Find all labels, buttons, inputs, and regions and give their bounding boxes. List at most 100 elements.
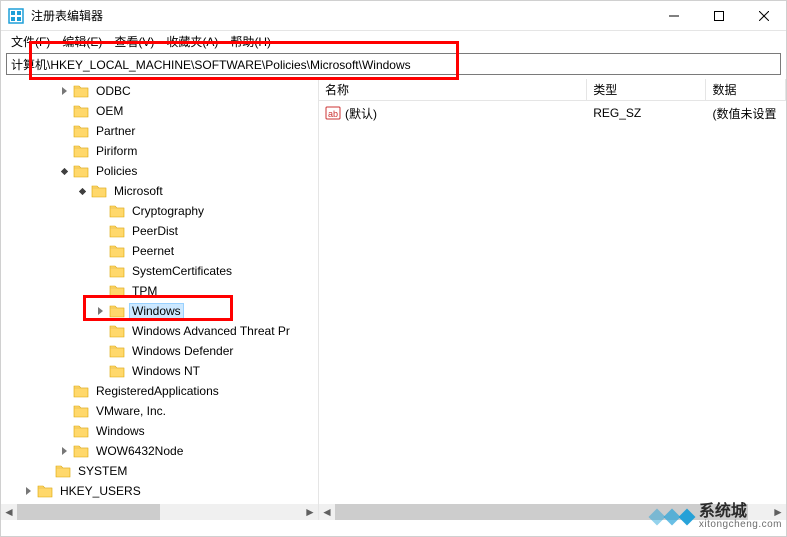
tree-item[interactable]: RegisteredApplications: [3, 381, 318, 401]
expander-none: [93, 324, 107, 338]
value-name: (默认): [345, 105, 377, 122]
tree-item-label: Windows NT: [129, 363, 203, 379]
expander-open-icon[interactable]: [75, 184, 89, 198]
folder-icon: [109, 324, 125, 338]
value-row[interactable]: ab(默认)REG_SZ(数值未设置: [319, 103, 786, 123]
folder-icon: [73, 144, 89, 158]
scroll-right-icon[interactable]: ►: [770, 504, 786, 520]
tree-item[interactable]: OEM: [3, 101, 318, 121]
watermark-text-en: xitongcheng.com: [699, 520, 782, 530]
tree-item[interactable]: Policies: [3, 161, 318, 181]
folder-icon: [109, 264, 125, 278]
tree-item[interactable]: Windows Advanced Threat Pr: [3, 321, 318, 341]
value-list[interactable]: ab(默认)REG_SZ(数值未设置: [319, 101, 786, 125]
tree-item-label: WOW6432Node: [93, 443, 186, 459]
tree-item[interactable]: Microsoft: [3, 181, 318, 201]
folder-icon: [73, 444, 89, 458]
maximize-button[interactable]: [696, 1, 741, 30]
expander-closed-icon[interactable]: [21, 484, 35, 498]
tree-item[interactable]: TPM: [3, 281, 318, 301]
minimize-button[interactable]: [651, 1, 696, 30]
menu-help[interactable]: 帮助(H): [228, 33, 273, 50]
list-hscrollbar[interactable]: ◄ ►: [319, 504, 786, 520]
tree-item[interactable]: Piriform: [3, 141, 318, 161]
tree-item[interactable]: SystemCertificates: [3, 261, 318, 281]
folder-icon: [73, 164, 89, 178]
list-header: 名称 类型 数据: [319, 79, 786, 101]
tree-item[interactable]: PeerDist: [3, 221, 318, 241]
expander-none: [57, 104, 71, 118]
expander-none: [93, 244, 107, 258]
folder-icon: [55, 464, 71, 478]
folder-icon: [73, 404, 89, 418]
tree-pane: ODBCOEM Partner Piriform Policies Microsoft C…: [1, 79, 319, 520]
folder-icon: [109, 204, 125, 218]
tree-item-label: Piriform: [93, 143, 140, 159]
expander-closed-icon[interactable]: [57, 444, 71, 458]
expander-closed-icon[interactable]: [93, 304, 107, 318]
tree-item-label: Partner: [93, 123, 138, 139]
expander-none: [57, 404, 71, 418]
folder-icon: [91, 184, 107, 198]
tree-item[interactable]: HKEY_USERS: [3, 481, 318, 501]
tree-item[interactable]: Cryptography: [3, 201, 318, 221]
folder-icon: [73, 424, 89, 438]
scroll-left-icon[interactable]: ◄: [319, 504, 335, 520]
folder-icon: [109, 224, 125, 238]
tree-item[interactable]: Windows: [3, 301, 318, 321]
tree-item[interactable]: SYSTEM: [3, 461, 318, 481]
tree-item-label: Cryptography: [129, 203, 207, 219]
scroll-thumb[interactable]: [335, 504, 748, 520]
list-pane: 名称 类型 数据 ab(默认)REG_SZ(数值未设置 ◄ ►: [319, 79, 786, 520]
menu-bar: 文件(F) 编辑(E) 查看(V) 收藏夹(A) 帮助(H): [1, 31, 786, 51]
expander-open-icon[interactable]: [57, 164, 71, 178]
menu-edit[interactable]: 编辑(E): [60, 33, 104, 50]
tree-item-label: SystemCertificates: [129, 263, 235, 279]
app-icon: [8, 8, 24, 24]
scroll-left-icon[interactable]: ◄: [1, 504, 17, 520]
column-data[interactable]: 数据: [706, 79, 786, 100]
tree-item-label: SYSTEM: [75, 463, 130, 479]
tree-item-label: Windows Advanced Threat Pr: [129, 323, 293, 339]
scroll-right-icon[interactable]: ►: [302, 504, 318, 520]
expander-closed-icon[interactable]: [57, 84, 71, 98]
scroll-thumb[interactable]: [17, 504, 160, 520]
value-data: (数值未设置: [706, 105, 786, 122]
tree-item[interactable]: Windows Defender: [3, 341, 318, 361]
menu-view[interactable]: 查看(V): [112, 33, 156, 50]
expander-none: [93, 224, 107, 238]
tree-item[interactable]: Peernet: [3, 241, 318, 261]
folder-icon: [37, 484, 53, 498]
close-button[interactable]: [741, 1, 786, 30]
tree-item[interactable]: VMware, Inc.: [3, 401, 318, 421]
tree-item[interactable]: Partner: [3, 121, 318, 141]
svg-text:ab: ab: [328, 109, 338, 119]
tree-item[interactable]: WOW6432Node: [3, 441, 318, 461]
expander-none: [57, 144, 71, 158]
column-type[interactable]: 类型: [587, 79, 706, 100]
expander-none: [57, 124, 71, 138]
menu-file[interactable]: 文件(F): [9, 33, 52, 50]
expander-none: [93, 344, 107, 358]
tree-item[interactable]: ODBC: [3, 81, 318, 101]
column-name[interactable]: 名称: [319, 79, 587, 100]
folder-icon: [109, 364, 125, 378]
string-value-icon: ab: [325, 105, 341, 121]
expander-none: [93, 264, 107, 278]
tree-item[interactable]: Windows: [3, 421, 318, 441]
content-area: ODBCOEM Partner Piriform Policies Microsoft C…: [1, 79, 786, 520]
folder-icon: [109, 284, 125, 298]
tree-item-label: Microsoft: [111, 183, 166, 199]
folder-icon: [109, 244, 125, 258]
folder-icon: [73, 384, 89, 398]
expander-none: [93, 364, 107, 378]
folder-icon: [73, 124, 89, 138]
tree-item[interactable]: Windows NT: [3, 361, 318, 381]
registry-tree[interactable]: ODBCOEM Partner Piriform Policies Microsoft C…: [1, 79, 318, 520]
address-input[interactable]: [6, 53, 781, 75]
tree-hscrollbar[interactable]: ◄ ►: [1, 504, 318, 520]
expander-none: [57, 424, 71, 438]
folder-icon: [109, 304, 125, 318]
menu-favorites[interactable]: 收藏夹(A): [164, 33, 220, 50]
tree-item-label: PeerDist: [129, 223, 181, 239]
